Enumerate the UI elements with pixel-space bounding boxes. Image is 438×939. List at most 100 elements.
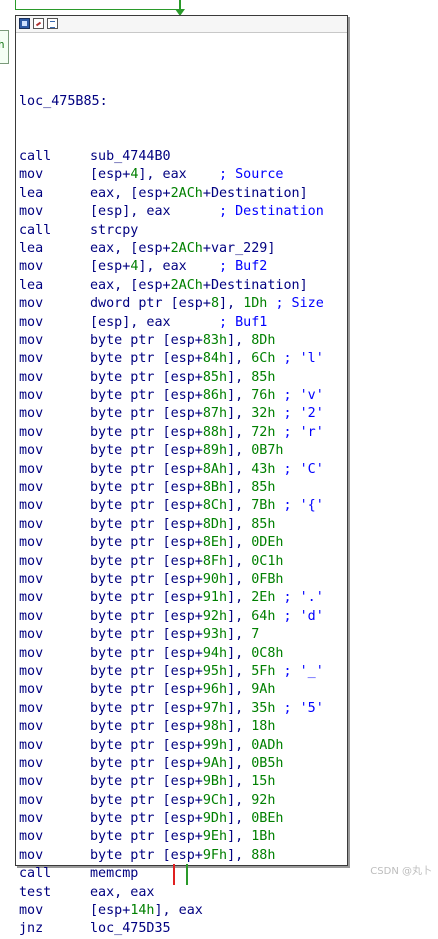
mnemonic[interactable]: lea	[19, 277, 90, 295]
mnemonic[interactable]: mov	[19, 645, 90, 663]
mnemonic[interactable]: mov	[19, 718, 90, 736]
symbol-operand[interactable]: sub_4744B0	[90, 149, 171, 164]
edit-node-icon[interactable]	[33, 18, 44, 29]
mnemonic[interactable]: test	[19, 884, 90, 902]
mnemonic[interactable]: mov	[19, 608, 90, 626]
node-titlebar[interactable]	[16, 16, 347, 33]
instruction-line[interactable]: mov byte ptr [esp+83h], 8Dh	[19, 332, 324, 350]
mnemonic[interactable]: mov	[19, 589, 90, 607]
mnemonic[interactable]: mov	[19, 369, 90, 387]
instruction-line[interactable]: mov byte ptr [esp+9Fh], 88h	[19, 847, 324, 865]
mnemonic[interactable]: mov	[19, 792, 90, 810]
basic-block-node[interactable]: loc_475B85: call sub_4744B0 mov [esp+4], ea…	[15, 15, 348, 936]
mnemonic[interactable]: mov	[19, 461, 90, 479]
instruction-line[interactable]: mov byte ptr [esp+9Eh], 1Bh	[19, 828, 324, 846]
mnemonic[interactable]: mov	[19, 479, 90, 497]
symbol-operand[interactable]: loc_475D35	[90, 921, 171, 936]
mnemonic[interactable]: mov	[19, 663, 90, 681]
instruction-line[interactable]: mov dword ptr [esp+8], 1Dh ; Size	[19, 295, 324, 313]
mnemonic[interactable]: mov	[19, 902, 90, 920]
instruction-line[interactable]: lea eax, [esp+2ACh+Destination]	[19, 277, 324, 295]
instruction-line[interactable]: mov byte ptr [esp+94h], 0C8h	[19, 645, 324, 663]
instruction-line[interactable]: mov [esp], eax ; Destination	[19, 203, 324, 221]
mnemonic[interactable]: mov	[19, 295, 90, 313]
instruction-line[interactable]: mov byte ptr [esp+84h], 6Ch ; 'l'	[19, 350, 324, 368]
instruction-line[interactable]: mov byte ptr [esp+8Fh], 0C1h	[19, 553, 324, 571]
list-node-icon[interactable]	[47, 18, 58, 29]
instruction-line[interactable]: mov byte ptr [esp+9Ch], 92h	[19, 792, 324, 810]
mnemonic[interactable]: mov	[19, 350, 90, 368]
instruction-line[interactable]: mov byte ptr [esp+8Bh], 85h	[19, 479, 324, 497]
symbol-operand[interactable]: strcpy	[90, 223, 138, 238]
mnemonic[interactable]: mov	[19, 828, 90, 846]
instruction-line[interactable]: mov byte ptr [esp+8Eh], 0DEh	[19, 534, 324, 552]
disassembly-listing[interactable]: loc_475B85: call sub_4744B0 mov [esp+4], ea…	[19, 56, 324, 939]
instruction-line[interactable]: mov byte ptr [esp+87h], 32h ; '2'	[19, 405, 324, 423]
symbol-operand[interactable]: memcmp	[90, 866, 138, 881]
mnemonic[interactable]: jnz	[19, 920, 90, 938]
instruction-line[interactable]: call strcpy	[19, 222, 324, 240]
instruction-line[interactable]: mov [esp+4], eax ; Buf2	[19, 258, 324, 276]
instruction-line[interactable]: lea eax, [esp+2ACh+Destination]	[19, 185, 324, 203]
mnemonic[interactable]: mov	[19, 203, 90, 221]
instruction-line[interactable]: mov byte ptr [esp+92h], 64h ; 'd'	[19, 608, 324, 626]
instruction-line[interactable]: mov byte ptr [esp+88h], 72h ; 'r'	[19, 424, 324, 442]
instruction-line[interactable]: lea eax, [esp+2ACh+var_229]	[19, 240, 324, 258]
mnemonic[interactable]: mov	[19, 810, 90, 828]
symbol-operand[interactable]: Destination	[211, 186, 300, 201]
instruction-line[interactable]: jnz loc_475D35	[19, 920, 324, 938]
mnemonic[interactable]: mov	[19, 773, 90, 791]
instruction-line[interactable]: mov byte ptr [esp+89h], 0B7h	[19, 442, 324, 460]
instruction-line[interactable]: mov byte ptr [esp+99h], 0ADh	[19, 737, 324, 755]
instruction-line[interactable]: mov byte ptr [esp+96h], 9Ah	[19, 681, 324, 699]
instruction-line[interactable]: call memcmp	[19, 865, 324, 883]
graph-node-icon[interactable]	[19, 18, 30, 29]
mnemonic[interactable]: mov	[19, 258, 90, 276]
instruction-line[interactable]: mov byte ptr [esp+90h], 0FBh	[19, 571, 324, 589]
instruction-line[interactable]: mov byte ptr [esp+8Dh], 85h	[19, 516, 324, 534]
instruction-line[interactable]: mov [esp+4], eax ; Source	[19, 166, 324, 184]
mnemonic[interactable]: mov	[19, 387, 90, 405]
mnemonic[interactable]: mov	[19, 405, 90, 423]
mnemonic[interactable]: lea	[19, 185, 90, 203]
block-label[interactable]: loc_475B85:	[19, 93, 324, 111]
symbol-operand[interactable]: var_229	[211, 241, 267, 256]
mnemonic[interactable]: mov	[19, 332, 90, 350]
mnemonic[interactable]: mov	[19, 442, 90, 460]
mnemonic[interactable]: mov	[19, 626, 90, 644]
instruction-line[interactable]: mov byte ptr [esp+8Ah], 43h ; 'C'	[19, 461, 324, 479]
instruction-line[interactable]: mov byte ptr [esp+85h], 85h	[19, 369, 324, 387]
instruction-line[interactable]: mov [esp+14h], eax	[19, 902, 324, 920]
neighbor-node-clipped[interactable]: h	[0, 30, 9, 64]
instruction-line[interactable]: test eax, eax	[19, 884, 324, 902]
mnemonic[interactable]: call	[19, 222, 90, 240]
instruction-line[interactable]: mov byte ptr [esp+9Bh], 15h	[19, 773, 324, 791]
mnemonic[interactable]: mov	[19, 553, 90, 571]
mnemonic[interactable]: mov	[19, 516, 90, 534]
mnemonic[interactable]: mov	[19, 755, 90, 773]
mnemonic[interactable]: mov	[19, 534, 90, 552]
instruction-line[interactable]: call sub_4744B0	[19, 148, 324, 166]
mnemonic[interactable]: lea	[19, 240, 90, 258]
instruction-line[interactable]: mov byte ptr [esp+8Ch], 7Bh ; '{'	[19, 497, 324, 515]
instruction-line[interactable]: mov [esp], eax ; Buf1	[19, 314, 324, 332]
mnemonic[interactable]: mov	[19, 314, 90, 332]
mnemonic[interactable]: mov	[19, 424, 90, 442]
mnemonic[interactable]: mov	[19, 737, 90, 755]
mnemonic[interactable]: mov	[19, 497, 90, 515]
instruction-line[interactable]: mov byte ptr [esp+9Ah], 0B5h	[19, 755, 324, 773]
mnemonic[interactable]: call	[19, 865, 90, 883]
mnemonic[interactable]: mov	[19, 700, 90, 718]
instruction-line[interactable]: mov byte ptr [esp+95h], 5Fh ; '_'	[19, 663, 324, 681]
instruction-line[interactable]: mov byte ptr [esp+86h], 76h ; 'v'	[19, 387, 324, 405]
instruction-line[interactable]: mov byte ptr [esp+9Dh], 0BEh	[19, 810, 324, 828]
instruction-line[interactable]: mov byte ptr [esp+93h], 7	[19, 626, 324, 644]
symbol-operand[interactable]: Destination	[211, 278, 300, 293]
mnemonic[interactable]: mov	[19, 166, 90, 184]
instruction-line[interactable]: mov byte ptr [esp+91h], 2Eh ; '.'	[19, 589, 324, 607]
mnemonic[interactable]: call	[19, 148, 90, 166]
instruction-line[interactable]: mov byte ptr [esp+97h], 35h ; '5'	[19, 700, 324, 718]
instruction-line[interactable]: mov byte ptr [esp+98h], 18h	[19, 718, 324, 736]
mnemonic[interactable]: mov	[19, 681, 90, 699]
mnemonic[interactable]: mov	[19, 847, 90, 865]
